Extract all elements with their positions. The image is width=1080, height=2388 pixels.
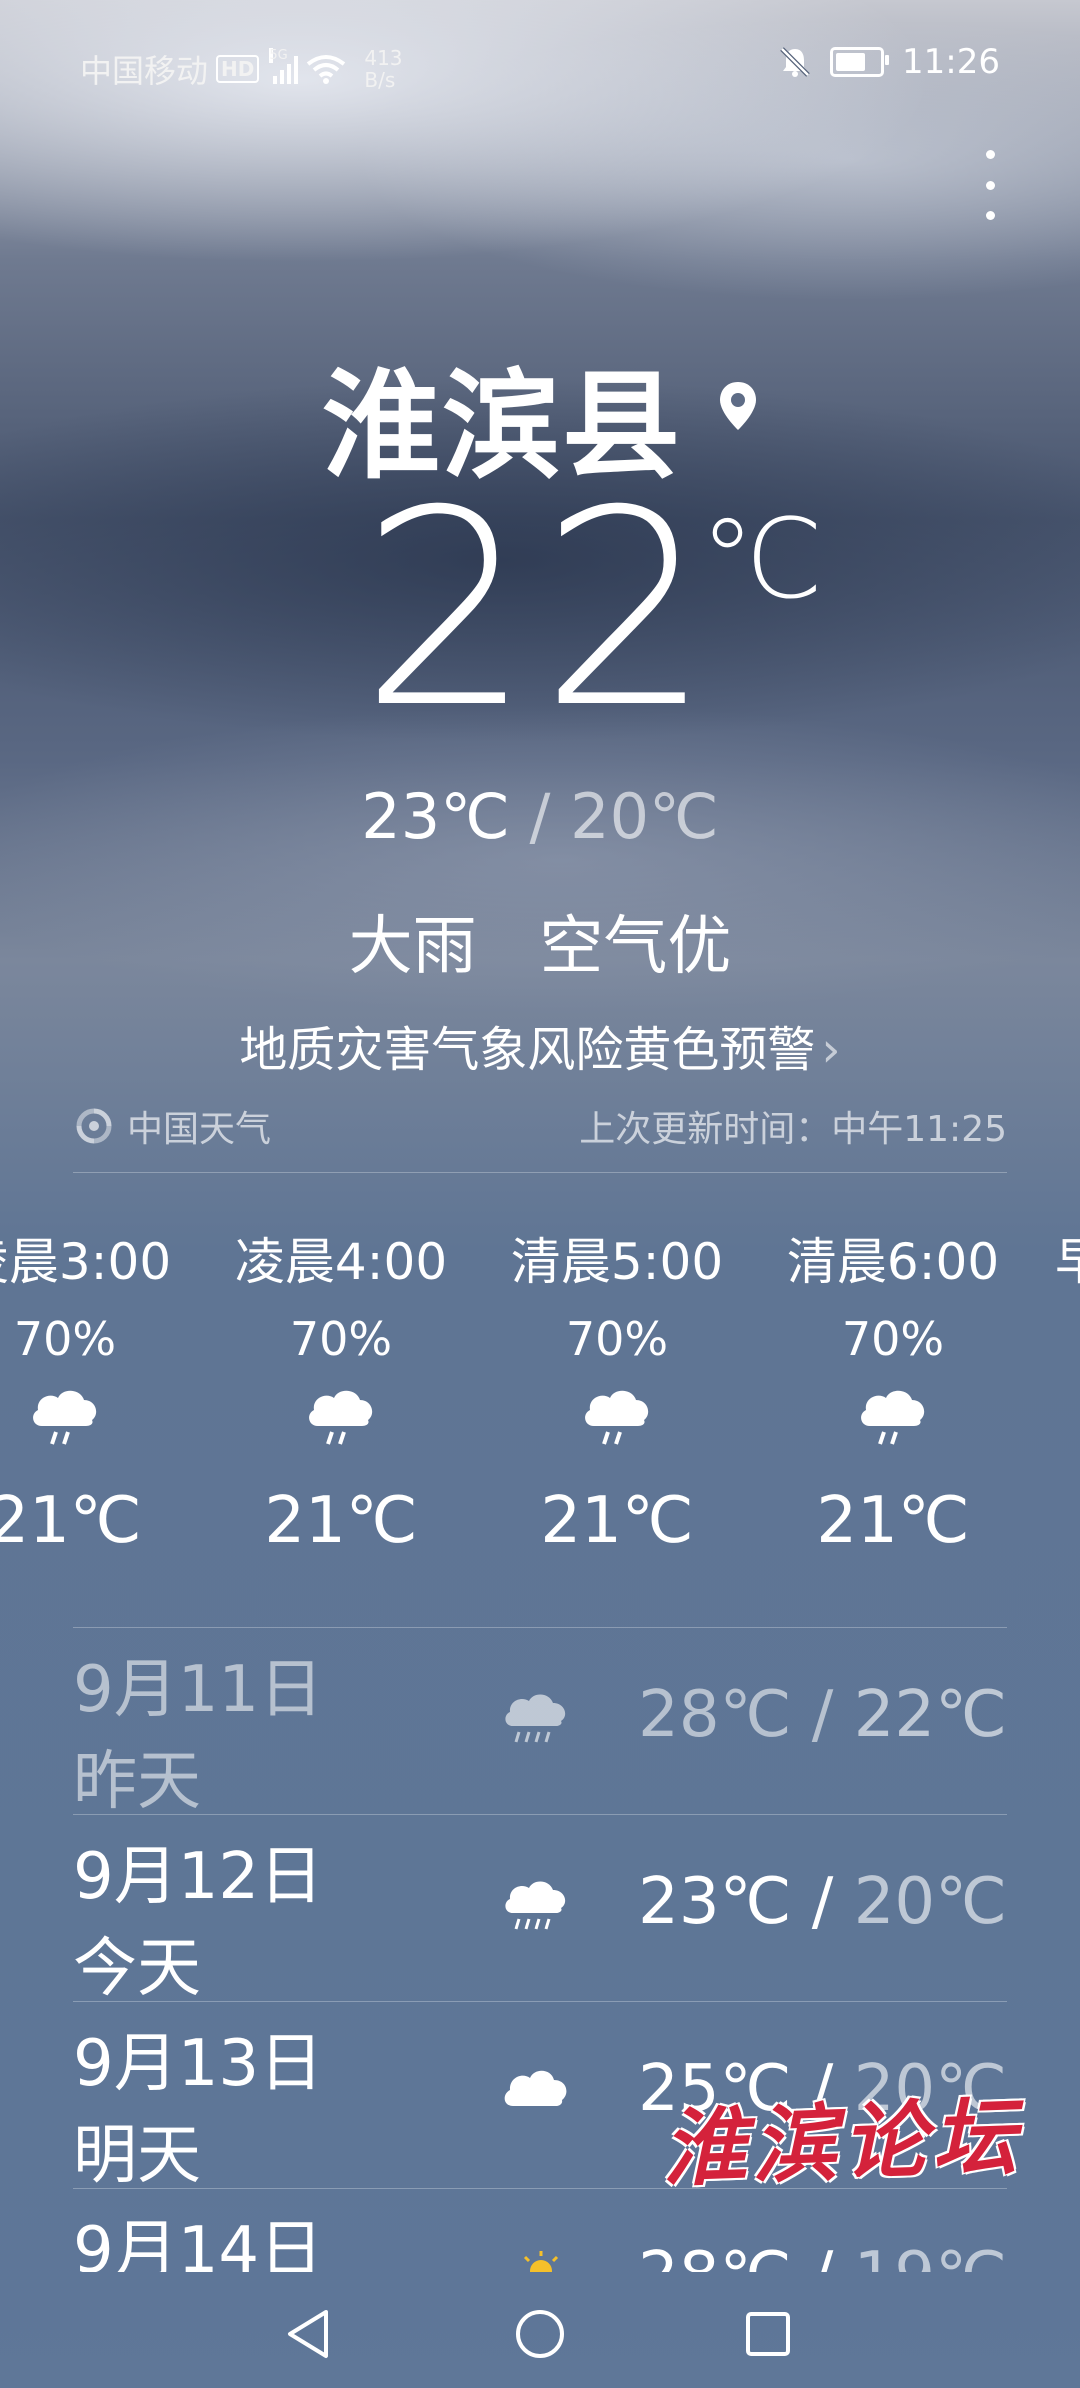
day-low: 22℃ [853,1678,1007,1752]
hour-temp: 21℃ [264,1484,418,1558]
network-gen-label: 5G [269,48,288,63]
hourly-item: 早晨7:00 [1031,1222,1080,1294]
hour-time: 清晨6:00 [786,1233,1000,1291]
temperature-value: 22 [360,452,720,767]
hour-precip: 70% [289,1312,393,1366]
day-high: 23℃ [638,1865,792,1939]
status-right: 11:26 [778,42,1000,82]
condition-line: 大雨 空气优 [0,895,1080,987]
hour-precip: 70% [841,1312,945,1366]
daily-row[interactable]: 9月14日 28℃ / 19℃ [73,2188,1007,2272]
hour-time: 凌晨3:00 [0,1233,172,1291]
source-brand[interactable]: 中国天气 [75,1100,271,1152]
divider [73,1172,1007,1173]
last-updated: 上次更新时间：中午11:25 [579,1109,1007,1150]
china-weather-logo-icon [76,1108,112,1144]
daily-row[interactable]: 9月11日 昨天 28℃ / 22℃ [73,1627,1007,1819]
hd-badge-icon: HD [216,55,260,83]
mute-bell-icon [780,47,810,77]
heavy-rain-icon [505,1694,566,1743]
status-left: 中国移动 HD 5G 413 B/s [80,46,403,92]
cloudy-icon [504,2070,567,2106]
temperature-unit: ℃ [700,495,824,623]
daily-row[interactable]: 9月12日 今天 23℃ / 20℃ [73,1814,1007,2006]
temp-low: 20℃ [570,780,719,853]
day-temp-range: 28℃ / 19℃ [638,2239,1007,2272]
warning-text: 地质灾害气象风险黄色预警 [239,1022,816,1078]
hour-precip: 70% [565,1312,669,1366]
day-date: 9月14日 [73,2214,324,2272]
source-name: 中国天气 [127,1109,272,1150]
day-high: 28℃ [638,2239,791,2272]
day-temp-range: 23℃ / 20℃ [638,1865,1007,1939]
more-options-icon[interactable] [960,150,1020,220]
day-temp-range: 28℃ / 22℃ [638,1678,1007,1752]
current-temperature: 22 ℃ [0,475,1080,745]
home-nav-icon[interactable] [512,2306,568,2362]
day-date: 9月13日 [73,2027,324,2101]
partly-sunny-icon [523,2251,559,2272]
temp-high: 23℃ [361,780,510,853]
rain-cloud-icon [861,1390,925,1445]
temp-separator: / [529,780,551,853]
net-speed: 413 B/s [364,47,402,91]
back-nav-icon[interactable] [280,2306,336,2362]
hour-precip: 70% [13,1312,117,1366]
hour-time: 凌晨4:00 [234,1233,448,1291]
location-pin-icon [720,381,756,430]
heavy-rain-icon [505,1881,566,1930]
air-quality[interactable]: 空气优 [539,910,731,984]
rain-cloud-icon [585,1390,649,1445]
wifi-icon [307,55,346,84]
carrier-name: 中国移动 [80,52,209,90]
recents-nav-icon[interactable] [740,2306,796,2362]
hour-time: 清晨5:00 [510,1233,724,1291]
navigation-bar [0,2272,1080,2388]
day-label: 今天 [73,1932,201,2006]
hourly-item: 清晨5:00 70% 21℃ [479,1222,755,1558]
temp-range: 23℃ / 20℃ [0,780,1080,853]
chevron-right-icon: › [821,1022,841,1078]
signal-icon: 5G [269,48,299,84]
hourly-forecast[interactable]: 凌晨3:00 70% 21℃ 凌晨4:00 70% 21℃ 清晨5:00 70%… [0,1222,1080,1602]
hour-temp: 21℃ [0,1484,142,1558]
hour-temp: 21℃ [816,1484,970,1558]
clock: 11:26 [902,42,1000,82]
hourly-item: 清晨6:00 70% 21℃ [755,1222,1031,1558]
day-label: 昨天 [73,1745,201,1819]
day-high: 28℃ [638,1678,792,1752]
forum-watermark: 淮滨论坛 [660,2086,1024,2199]
hour-temp: 21℃ [540,1484,694,1558]
day-label: 明天 [73,2119,201,2193]
hourly-item: 凌晨4:00 70% 21℃ [203,1222,479,1558]
net-speed-unit: B/s [364,68,396,92]
rain-cloud-icon [309,1390,373,1445]
rain-cloud-icon [33,1390,97,1445]
weather-condition: 大雨 [348,910,477,984]
day-date: 9月12日 [73,1840,324,1914]
day-low: 20℃ [853,1865,1007,1939]
status-bar: 中国移动 HD 5G 413 B/s 11:26 [0,0,1080,130]
hourly-item: 凌晨3:00 70% 21℃ [0,1222,203,1558]
weather-warning-link[interactable]: 地质灾害气象风险黄色预警 › [0,1010,1080,1080]
day-date: 9月11日 [73,1653,324,1727]
battery-charging-icon [830,47,890,77]
day-low: 19℃ [854,2239,1007,2272]
net-speed-value: 413 [364,46,403,70]
hour-time: 早晨7:00 [1031,1222,1080,1294]
